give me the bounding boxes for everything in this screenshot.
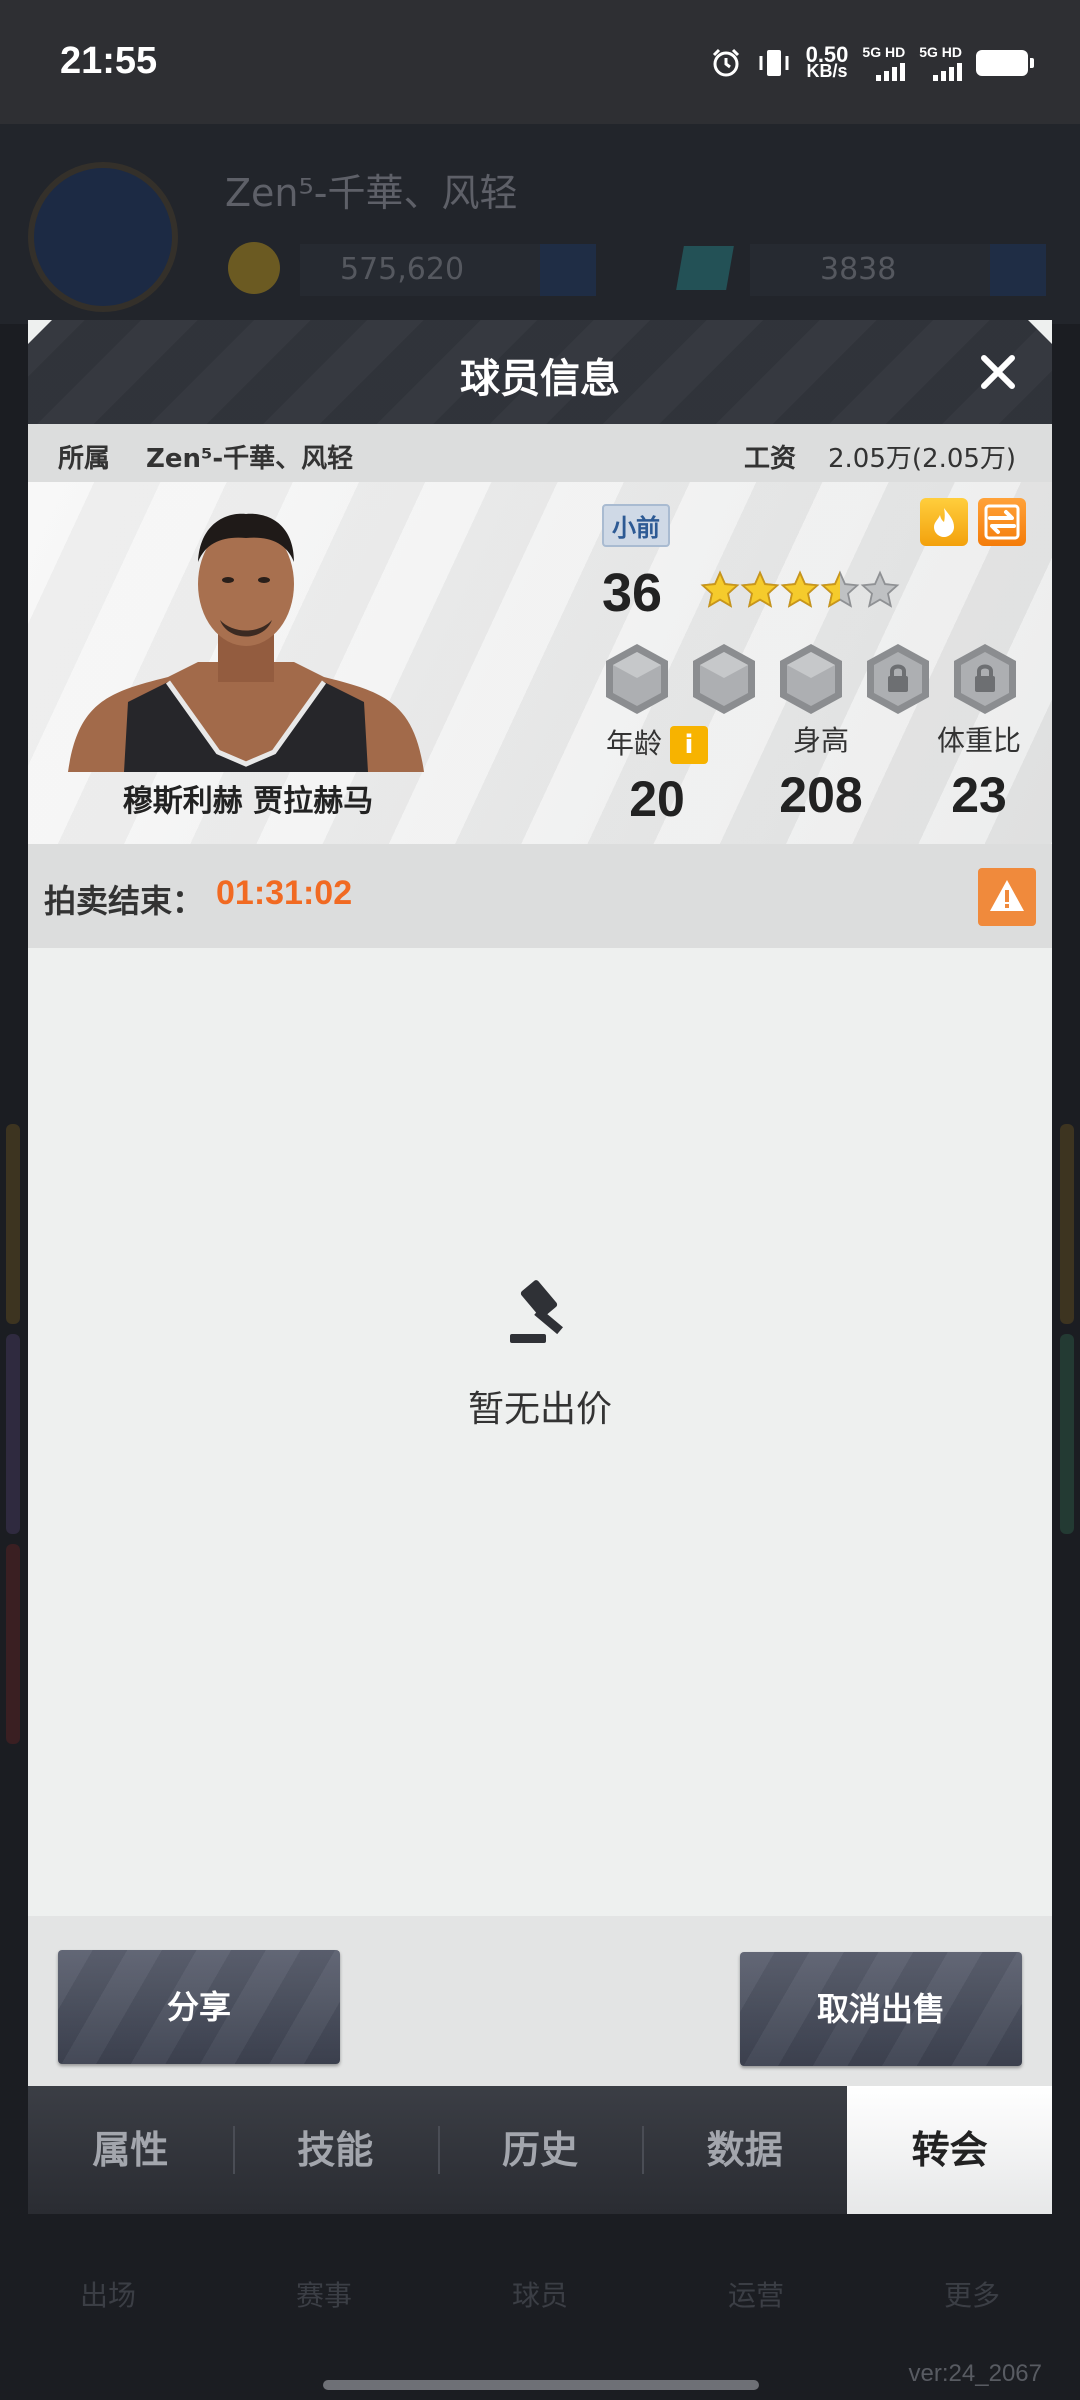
warning-icon <box>990 880 1024 911</box>
signal-bars-icon <box>876 63 906 81</box>
bids-list-empty: 暂无出价 <box>28 948 1052 1916</box>
height-stat: 身高 208 <box>746 722 896 824</box>
auction-bar: 拍卖结束： 01:31:02 <box>28 844 1052 948</box>
star-icon <box>820 570 860 608</box>
dialog-header: 球员信息 <box>28 320 1052 424</box>
tab-attributes[interactable]: 属性 <box>28 2086 233 2214</box>
salary-label: 工资 <box>744 444 797 474</box>
weight-ratio-value: 23 <box>951 767 1007 823</box>
player-info-dialog: 球员信息 所属 Zen⁵-千華、风轻 工资 2.05万(2.05万) 穆斯利赫 … <box>28 320 1052 2214</box>
background-card-edge <box>6 1124 20 1324</box>
team-value: Zen⁵-千華、风轻 <box>146 444 354 474</box>
background-card-edge <box>6 1334 20 1534</box>
gem-balance: 3838 <box>750 244 990 296</box>
background-card-edge <box>6 1544 20 1744</box>
auction-countdown: 01:31:02 <box>216 874 353 912</box>
player-rating: 36 <box>602 563 663 623</box>
sim2-label: 5G HD <box>919 44 962 60</box>
dialog-tabs: 属性 技能 历史 数据 转会 <box>28 2086 1052 2214</box>
position-badge: 小前 <box>602 504 670 547</box>
share-button[interactable]: 分享 <box>58 1950 340 2064</box>
dialog-title: 球员信息 <box>460 356 620 402</box>
skill-slot-icon[interactable] <box>778 642 844 716</box>
bg-nav-item: 出场 <box>79 2279 136 2312</box>
background-header: Zen⁵-千華、风轻 575,620 3838 <box>0 124 1080 324</box>
sim1-label: 5G HD <box>862 44 906 60</box>
fire-glyph-icon <box>934 508 954 537</box>
network-speed: 0.50 KB/s <box>805 41 849 81</box>
version-label: ver:24_2067 <box>908 2360 1042 2387</box>
team-logo <box>28 162 178 312</box>
tab-data[interactable]: 数据 <box>642 2086 847 2214</box>
coin-balance: 575,620 <box>300 244 540 296</box>
height-label: 身高 <box>792 724 849 757</box>
info-icon[interactable]: i <box>670 726 708 764</box>
background-card-edge <box>1060 1124 1074 1324</box>
tab-transfer[interactable]: 转会 <box>847 2086 1052 2214</box>
background-card-edge <box>1060 1334 1074 1534</box>
background-team-name: Zen⁵-千華、风轻 <box>225 171 518 215</box>
age-label-row: 年龄 i <box>582 722 732 764</box>
star-icon <box>780 570 820 608</box>
height-value: 208 <box>779 767 863 823</box>
fire-icon[interactable] <box>920 498 968 546</box>
player-portrait <box>68 513 424 772</box>
net-speed-unit: KB/s <box>806 60 848 81</box>
report-button[interactable] <box>978 868 1036 926</box>
skill-slot-icon[interactable] <box>691 642 757 716</box>
coin-icon <box>228 242 280 294</box>
age-stat: 年龄 i 20 <box>582 722 732 828</box>
tab-skills[interactable]: 技能 <box>232 2086 438 2214</box>
alarm-icon <box>712 48 739 76</box>
tab-history[interactable]: 历史 <box>437 2086 643 2214</box>
player-name: 穆斯利赫 贾拉赫马 <box>122 784 374 819</box>
cancel-sale-button-label: 取消出售 <box>816 1990 945 2028</box>
age-value: 20 <box>629 771 685 827</box>
net-speed-value: 0.50 <box>805 41 849 67</box>
star-icon <box>740 570 780 608</box>
battery-icon <box>976 49 1034 76</box>
action-bar: 分享 取消出售 <box>28 1916 1052 2086</box>
weight-ratio-stat: 体重比 23 <box>904 722 1052 824</box>
age-label: 年龄 <box>605 727 662 760</box>
add-coins-button <box>540 244 596 296</box>
swap-icon[interactable] <box>978 498 1026 546</box>
skill-slot-icon[interactable] <box>604 642 670 716</box>
share-button-label: 分享 <box>166 1988 231 2026</box>
player-card: 穆斯利赫 贾拉赫马 小前 36 年龄 i 20 身高 208 体重比 23 <box>28 482 1052 844</box>
signal-bars-icon <box>933 63 962 81</box>
star-icon <box>700 570 740 608</box>
gavel-icon <box>510 1280 563 1343</box>
auction-end-label: 拍卖结束： <box>44 882 205 920</box>
signal-sim1: 5G HD <box>862 44 906 81</box>
close-button[interactable] <box>970 344 1026 400</box>
locked-skill-slot-icon[interactable] <box>952 642 1018 716</box>
team-salary-bar: 所属 Zen⁵-千華、风轻 工资 2.05万(2.05万) <box>28 424 1052 482</box>
clock: 21:55 <box>60 40 158 82</box>
salary-value: 2.05万(2.05万) <box>828 444 1017 474</box>
close-icon <box>981 355 1015 389</box>
star-icon <box>860 570 900 608</box>
locked-skill-slot-icon[interactable] <box>865 642 931 716</box>
gem-icon <box>676 246 734 290</box>
cancel-sale-button[interactable]: 取消出售 <box>740 1952 1022 2066</box>
status-icons: 0.50 KB/s 5G HD 5G HD <box>710 41 1034 81</box>
home-indicator[interactable] <box>323 2380 759 2390</box>
no-bids-text: 暂无出价 <box>467 1389 612 1430</box>
status-bar: 21:55 0.50 KB/s 5G HD 5G HD <box>0 0 1080 124</box>
weight-ratio-label: 体重比 <box>936 724 1021 757</box>
signal-sim2: 5G HD <box>919 44 962 81</box>
add-gems-button <box>990 244 1046 296</box>
refresh-glyph-icon <box>984 504 1020 540</box>
star-rating <box>700 568 900 612</box>
team-label: 所属 <box>58 444 111 474</box>
vibrate-icon <box>759 49 789 76</box>
skill-slots <box>604 642 1018 716</box>
